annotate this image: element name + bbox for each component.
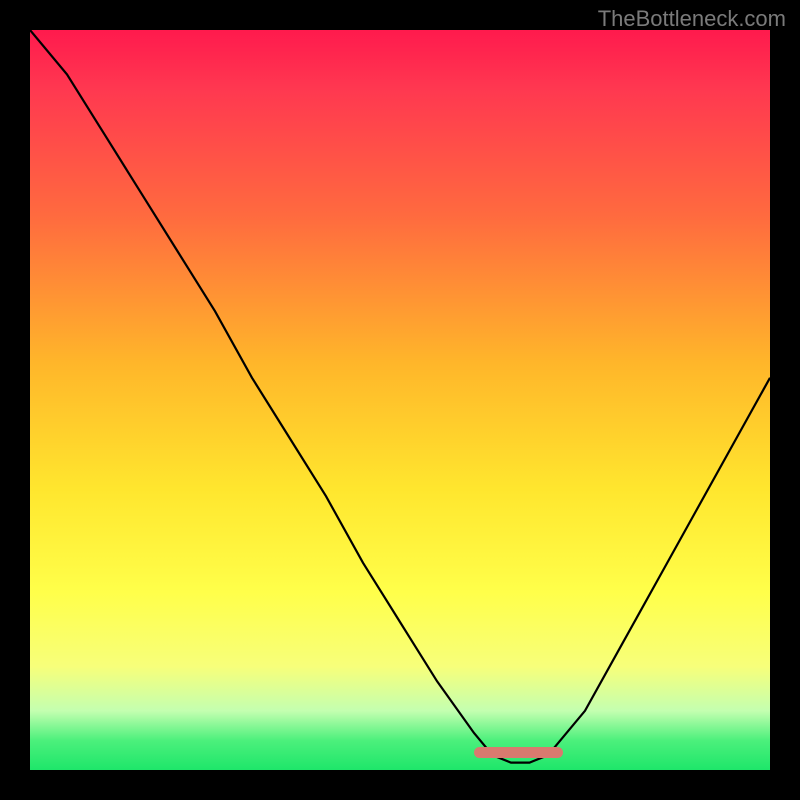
watermark-text: TheBottleneck.com bbox=[598, 6, 786, 32]
chart-plot-area bbox=[30, 30, 770, 770]
bottleneck-curve bbox=[30, 30, 770, 770]
optimal-range-marker bbox=[474, 747, 563, 758]
